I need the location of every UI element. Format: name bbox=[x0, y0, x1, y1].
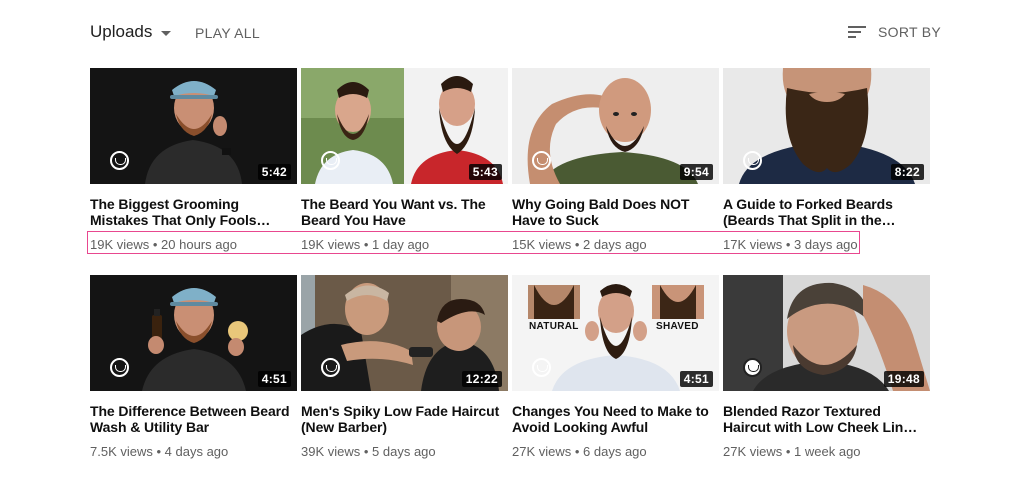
video-meta: 17K views • 3 days ago bbox=[723, 237, 930, 252]
video-thumbnail[interactable]: 12:22 bbox=[301, 275, 508, 391]
channel-logo-icon bbox=[743, 358, 762, 377]
video-thumbnail[interactable]: NATURAL SHAVED 4:51 bbox=[512, 275, 719, 391]
video-title[interactable]: The Beard You Want vs. The Beard You Hav… bbox=[301, 196, 508, 228]
video-thumbnail[interactable]: 5:42 bbox=[90, 68, 297, 184]
video-meta: 19K views • 1 day ago bbox=[301, 237, 508, 252]
video-title[interactable]: Changes You Need to Make to Avoid Lookin… bbox=[512, 403, 719, 435]
channel-logo-icon bbox=[532, 358, 551, 377]
upload-age: 1 week ago bbox=[794, 444, 861, 459]
channel-logo-icon bbox=[321, 358, 340, 377]
video-meta: 27K views • 1 week ago bbox=[723, 444, 930, 459]
video-duration: 5:42 bbox=[257, 164, 291, 180]
video-title[interactable]: Blended Razor Textured Haircut with Low … bbox=[723, 403, 930, 435]
upload-age: 3 days ago bbox=[794, 237, 858, 252]
sort-by-button[interactable]: SORT BY bbox=[848, 24, 941, 40]
meta-separator: • bbox=[782, 237, 795, 252]
meta-separator: • bbox=[149, 237, 162, 252]
upload-age: 2 days ago bbox=[583, 237, 647, 252]
video-meta: 7.5K views • 4 days ago bbox=[90, 444, 297, 459]
video-card[interactable]: 5:43 The Beard You Want vs. The Beard Yo… bbox=[301, 68, 508, 252]
upload-age: 5 days ago bbox=[372, 444, 436, 459]
video-card[interactable]: NATURAL SHAVED 4:51 Changes You Need to … bbox=[512, 275, 719, 459]
video-thumbnail[interactable]: 19:48 bbox=[723, 275, 930, 391]
meta-separator: • bbox=[152, 444, 165, 459]
video-meta: 39K views • 5 days ago bbox=[301, 444, 508, 459]
video-duration: 19:48 bbox=[883, 371, 924, 387]
video-grid: 5:42 The Biggest Grooming Mistakes That … bbox=[90, 68, 930, 459]
video-title[interactable]: The Biggest Grooming Mistakes That Only … bbox=[90, 196, 297, 228]
sort-icon bbox=[848, 25, 866, 39]
sort-label: SORT BY bbox=[878, 24, 942, 40]
upload-age: 4 days ago bbox=[164, 444, 229, 459]
view-count: 15K views bbox=[512, 237, 572, 252]
upload-age: 20 hours ago bbox=[161, 237, 237, 252]
video-duration: 5:43 bbox=[468, 164, 502, 180]
upload-age: 6 days ago bbox=[583, 444, 647, 459]
view-count: 27K views bbox=[512, 444, 572, 459]
channel-logo-icon bbox=[110, 358, 129, 377]
channel-logo-icon bbox=[532, 151, 551, 170]
video-card[interactable]: 9:54 Why Going Bald Does NOT Have to Suc… bbox=[512, 68, 719, 252]
video-title[interactable]: Men's Spiky Low Fade Haircut (New Barber… bbox=[301, 403, 508, 435]
view-count: 19K views bbox=[90, 237, 150, 252]
video-duration: 9:54 bbox=[679, 164, 713, 180]
uploads-header: Uploads PLAY ALL SORT BY bbox=[0, 0, 1024, 64]
video-meta: 15K views • 2 days ago bbox=[512, 237, 719, 252]
video-thumbnail[interactable]: 4:51 bbox=[90, 275, 297, 391]
thumbnail-label-natural: NATURAL bbox=[529, 321, 579, 332]
video-meta: 27K views • 6 days ago bbox=[512, 444, 719, 459]
meta-separator: • bbox=[360, 444, 373, 459]
video-card[interactable]: 12:22 Men's Spiky Low Fade Haircut (New … bbox=[301, 275, 508, 459]
video-card[interactable]: 4:51 The Difference Between Beard Wash &… bbox=[90, 275, 297, 459]
thumbnail-label-shaved: SHAVED bbox=[656, 321, 699, 332]
video-thumbnail[interactable]: 9:54 bbox=[512, 68, 719, 184]
view-count: 19K views bbox=[301, 237, 361, 252]
video-title[interactable]: A Guide to Forked Beards (Beards That Sp… bbox=[723, 196, 930, 228]
meta-separator: • bbox=[782, 444, 795, 459]
video-duration: 4:51 bbox=[257, 371, 291, 387]
view-count: 7.5K views bbox=[90, 444, 153, 459]
video-title[interactable]: The Difference Between Beard Wash & Util… bbox=[90, 403, 297, 435]
video-card[interactable]: 8:22 A Guide to Forked Beards (Beards Th… bbox=[723, 68, 930, 252]
video-duration: 12:22 bbox=[461, 371, 502, 387]
channel-logo-icon bbox=[743, 151, 762, 170]
channel-logo-icon bbox=[110, 151, 129, 170]
meta-separator: • bbox=[571, 237, 584, 252]
video-card[interactable]: 5:42 The Biggest Grooming Mistakes That … bbox=[90, 68, 297, 252]
video-thumbnail[interactable]: 5:43 bbox=[301, 68, 508, 184]
upload-age: 1 day ago bbox=[372, 237, 430, 252]
caret-down-icon bbox=[161, 30, 172, 36]
video-card[interactable]: 19:48 Blended Razor Textured Haircut wit… bbox=[723, 275, 930, 459]
video-duration: 8:22 bbox=[890, 164, 924, 180]
meta-separator: • bbox=[571, 444, 584, 459]
video-thumbnail[interactable]: 8:22 bbox=[723, 68, 930, 184]
video-title[interactable]: Why Going Bald Does NOT Have to Suck bbox=[512, 196, 719, 228]
view-count: 17K views bbox=[723, 237, 783, 252]
meta-separator: • bbox=[360, 237, 373, 252]
video-duration: 4:51 bbox=[679, 371, 713, 387]
view-count: 27K views bbox=[723, 444, 783, 459]
uploads-label: Uploads bbox=[90, 22, 153, 41]
uploads-dropdown[interactable]: Uploads bbox=[90, 22, 172, 42]
channel-logo-icon bbox=[321, 151, 340, 170]
play-all-button[interactable]: PLAY ALL bbox=[195, 25, 260, 41]
view-count: 39K views bbox=[301, 444, 361, 459]
video-meta: 19K views • 20 hours ago bbox=[90, 237, 297, 252]
